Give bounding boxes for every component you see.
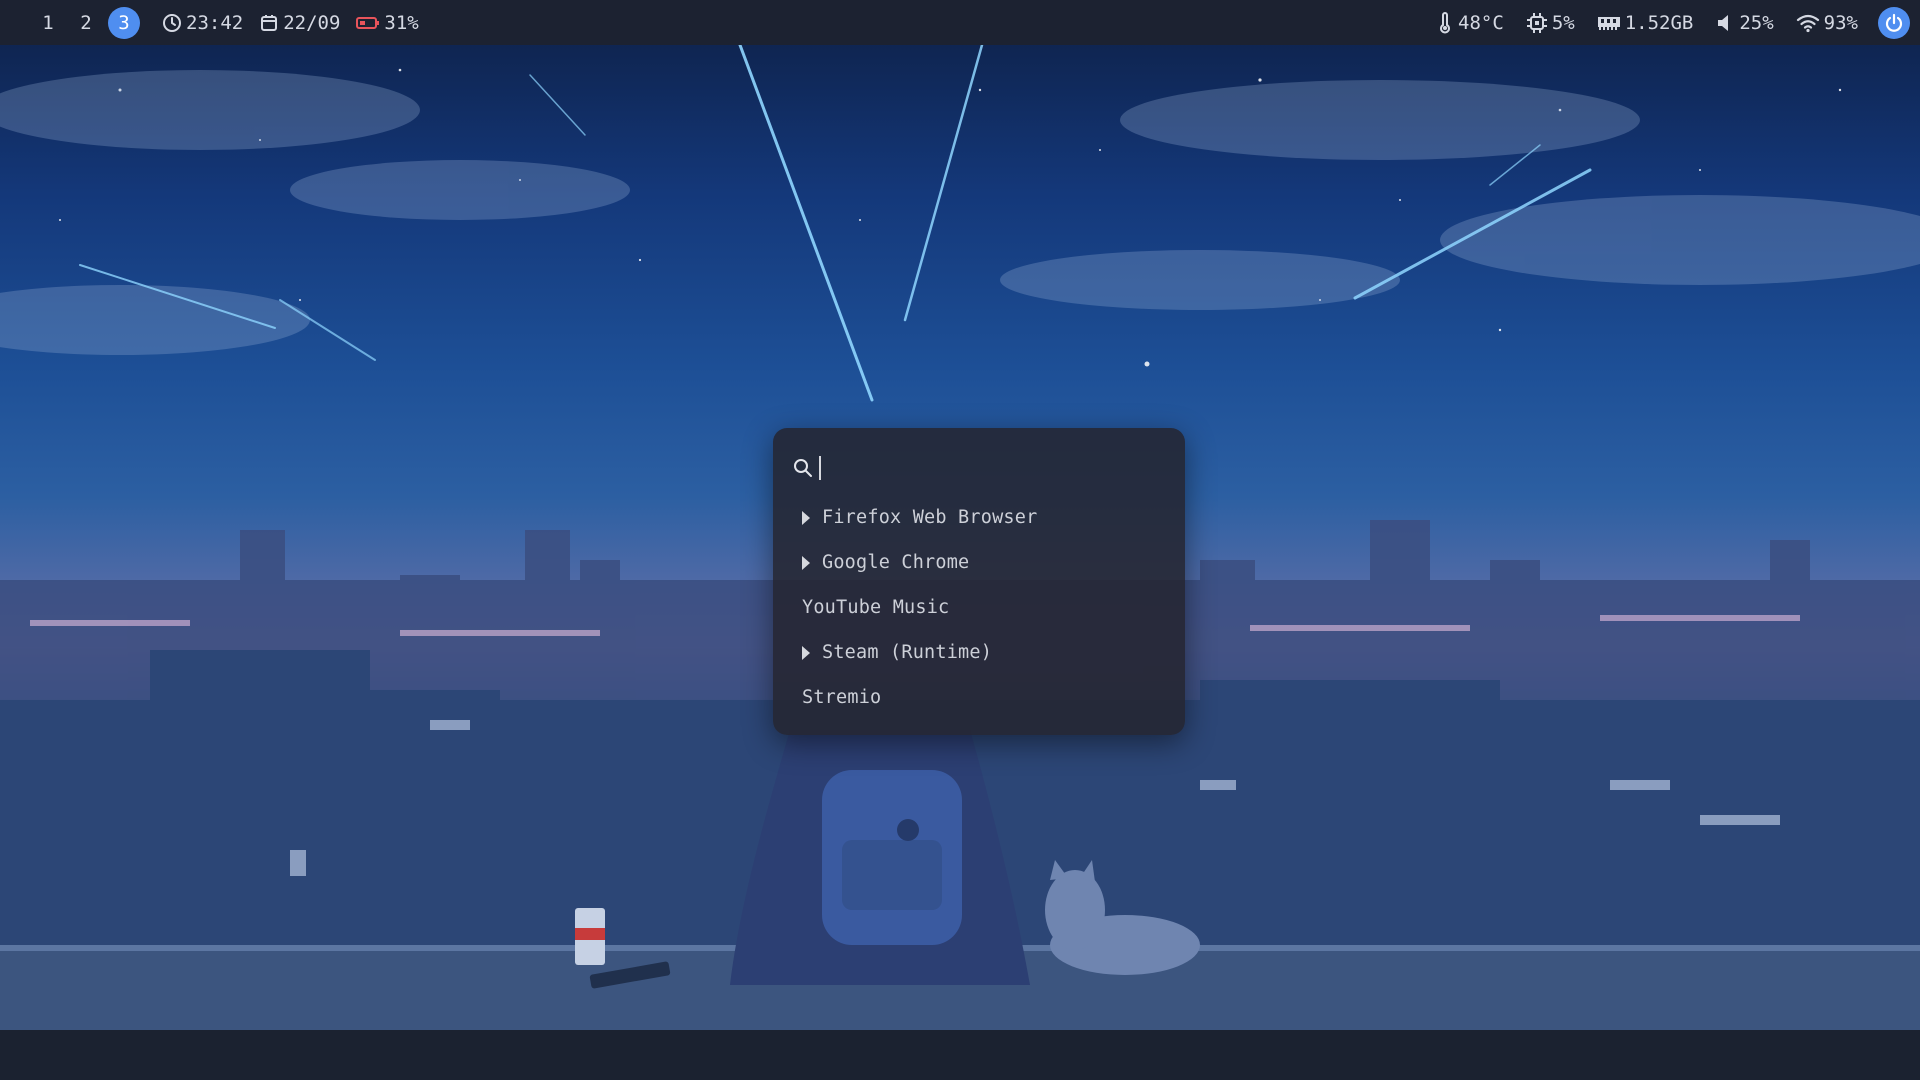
memory-module[interactable]: 1.52GB bbox=[1597, 11, 1694, 34]
desktop: 1 2 3 23:42 22/09 31% 48°C 5% 1.52GB 25%… bbox=[0, 0, 1920, 1080]
search-icon bbox=[794, 459, 812, 477]
cpu-value: 5% bbox=[1551, 11, 1575, 34]
status-bar-left: 1 2 3 23:42 22/09 31% bbox=[0, 0, 419, 45]
text-cursor bbox=[819, 456, 821, 480]
date-value: 22/09 bbox=[283, 11, 341, 34]
result-label: Steam (Runtime) bbox=[822, 642, 993, 663]
workspace-3-button[interactable]: 3 bbox=[108, 6, 140, 39]
status-bar: 1 2 3 23:42 22/09 31% 48°C 5% 1.52GB 25%… bbox=[0, 0, 1920, 45]
thermometer-icon bbox=[1440, 11, 1450, 33]
result-label: Stremio bbox=[802, 687, 882, 708]
launcher-results-list: Firefox Web Browser Google Chrome YouTub… bbox=[773, 495, 1185, 720]
search-row bbox=[793, 452, 821, 484]
memory-icon bbox=[1597, 16, 1620, 30]
result-stremio[interactable]: Stremio bbox=[773, 675, 1185, 720]
clock-value: 23:42 bbox=[186, 11, 244, 34]
expand-arrow-icon[interactable] bbox=[802, 645, 810, 660]
expand-arrow-icon[interactable] bbox=[802, 555, 810, 570]
bottom-strip bbox=[0, 1030, 1920, 1080]
result-label: Firefox Web Browser bbox=[822, 507, 1038, 528]
workspace-1-button[interactable]: 1 bbox=[32, 7, 64, 39]
app-launcher: Firefox Web Browser Google Chrome YouTub… bbox=[773, 428, 1185, 735]
battery-value: 31% bbox=[384, 11, 419, 34]
clock-icon bbox=[163, 13, 181, 32]
calendar-icon bbox=[261, 14, 278, 31]
workspace-2-button[interactable]: 2 bbox=[70, 7, 102, 39]
speaker-icon bbox=[1718, 14, 1729, 31]
result-label: YouTube Music bbox=[802, 597, 950, 618]
expand-arrow-icon[interactable] bbox=[802, 510, 810, 525]
wifi-value: 93% bbox=[1823, 11, 1858, 34]
power-button[interactable] bbox=[1878, 6, 1910, 39]
volume-value: 25% bbox=[1739, 11, 1774, 34]
launcher-search-input[interactable] bbox=[825, 452, 1159, 486]
result-google-chrome[interactable]: Google Chrome bbox=[773, 540, 1185, 585]
power-icon bbox=[1885, 13, 1903, 32]
battery-module[interactable]: 31% bbox=[356, 11, 419, 34]
date-module[interactable]: 22/09 bbox=[259, 12, 340, 34]
battery-icon bbox=[356, 16, 380, 29]
cpu-icon bbox=[1526, 12, 1547, 33]
wifi-icon bbox=[1796, 14, 1819, 32]
cpu-module[interactable]: 5% bbox=[1526, 12, 1575, 34]
result-firefox[interactable]: Firefox Web Browser bbox=[773, 495, 1185, 540]
result-steam[interactable]: Steam (Runtime) bbox=[773, 630, 1185, 675]
temperature-value: 48°C bbox=[1458, 11, 1504, 34]
volume-module[interactable]: 25% bbox=[1715, 11, 1774, 34]
status-bar-right: 48°C 5% 1.52GB 25% 93% bbox=[1414, 0, 1920, 45]
memory-value: 1.52GB bbox=[1624, 11, 1694, 34]
temperature-module[interactable]: 48°C bbox=[1436, 12, 1504, 34]
result-label: Google Chrome bbox=[822, 552, 970, 573]
clock-module[interactable]: 23:42 bbox=[162, 12, 243, 34]
result-youtube-music[interactable]: YouTube Music bbox=[773, 585, 1185, 630]
wifi-module[interactable]: 93% bbox=[1796, 12, 1858, 34]
